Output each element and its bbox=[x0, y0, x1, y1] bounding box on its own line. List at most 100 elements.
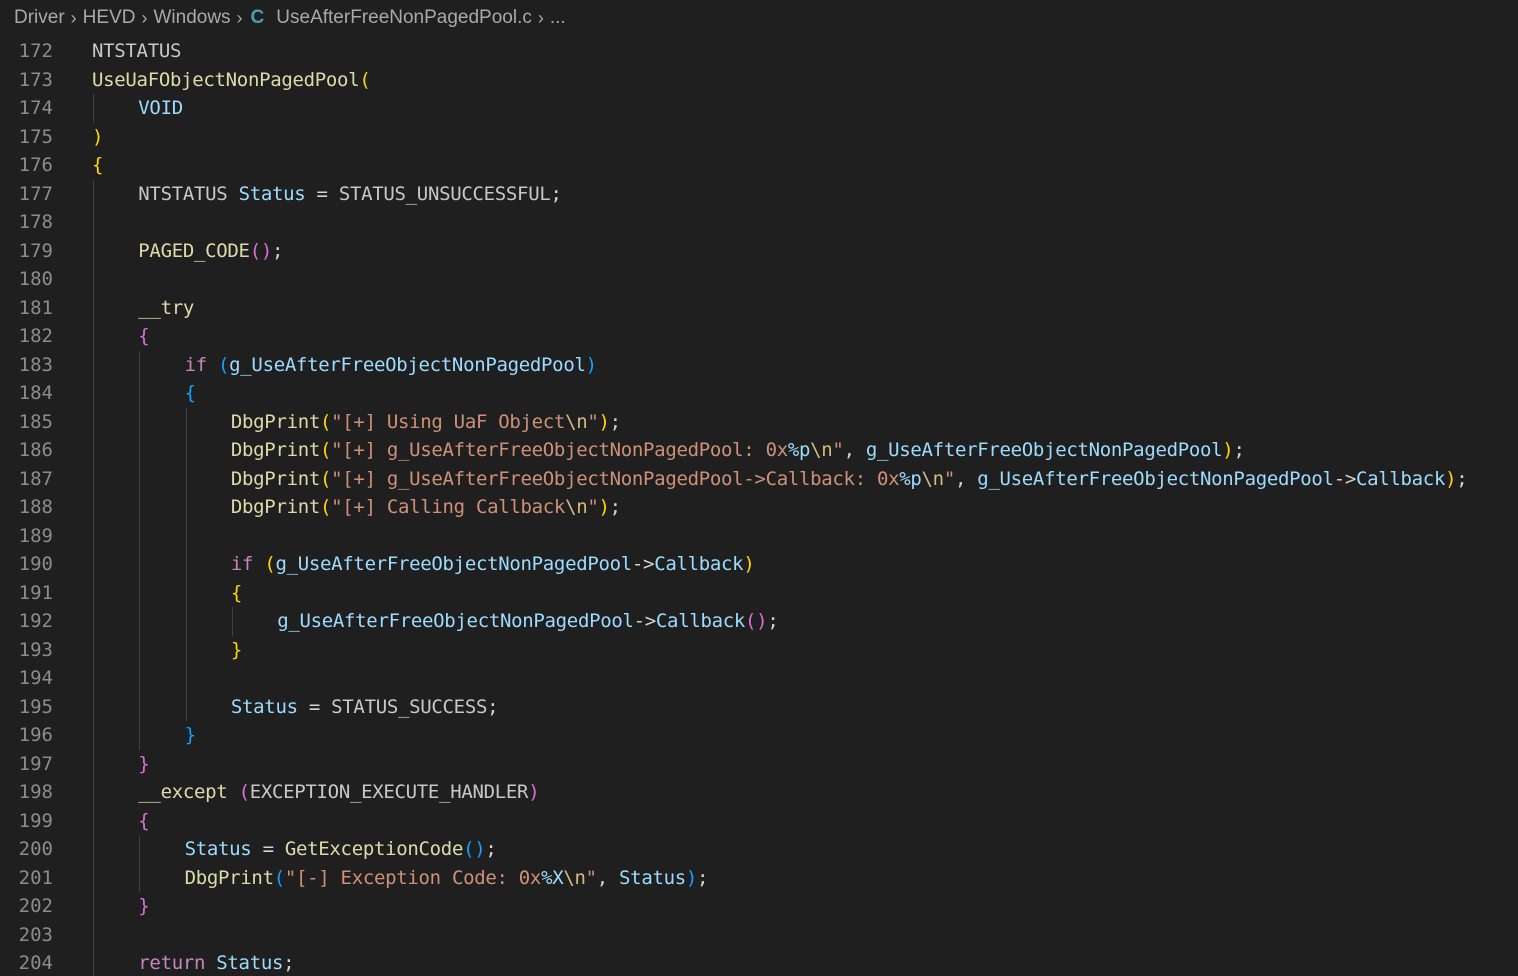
line-number: 173 bbox=[18, 68, 53, 91]
line-number: 189 bbox=[18, 524, 53, 547]
code-token: ( bbox=[273, 866, 285, 889]
code-token: ; bbox=[485, 838, 497, 860]
code-line[interactable]: 187 DbgPrint("[+] g_UseAfterFreeObjectNon… bbox=[0, 464, 1518, 493]
code-token: () bbox=[249, 239, 273, 262]
code-line[interactable]: 183 if (g_UseAfterFreeObjectNonPagedPool) bbox=[0, 350, 1518, 380]
code-token: ( bbox=[264, 553, 276, 575]
indent-guide bbox=[139, 350, 141, 379]
line-number: 204 bbox=[18, 952, 53, 974]
code-token: ) bbox=[1222, 439, 1234, 461]
code-text: NTSTATUS Status = STATUS_UNSUCCESSFUL; bbox=[138, 180, 562, 209]
code-token: return bbox=[138, 952, 217, 974]
line-number: 201 bbox=[18, 866, 53, 889]
code-line[interactable]: 195 Status = STATUS_SUCCESS; bbox=[0, 692, 1518, 721]
code-token: Callback bbox=[654, 553, 744, 575]
code-token: ; bbox=[767, 610, 779, 632]
line-number: 198 bbox=[18, 781, 53, 803]
code-line[interactable]: 175) bbox=[0, 123, 1518, 152]
indent-guide bbox=[139, 578, 141, 607]
code-line[interactable]: 197} bbox=[0, 749, 1518, 779]
code-line[interactable]: 181 __try bbox=[0, 293, 1518, 322]
indent-guide bbox=[185, 464, 187, 493]
code-text: { bbox=[138, 807, 149, 836]
code-line[interactable]: 178 bbox=[0, 208, 1518, 237]
code-line[interactable]: 200 Status = GetExceptionCode(); bbox=[0, 835, 1518, 864]
indent-guide bbox=[93, 607, 94, 636]
code-token: GetExceptionCode bbox=[284, 838, 464, 860]
code-line[interactable]: 194 bbox=[0, 664, 1518, 693]
code-text: ) bbox=[92, 123, 103, 152]
code-line[interactable]: 196} bbox=[0, 721, 1518, 750]
breadcrumb-item-file[interactable]: UseAfterFreeNonPagedPool.c bbox=[276, 7, 532, 29]
code-token: __try bbox=[138, 296, 194, 319]
code-token: PAGED_CODE bbox=[138, 239, 250, 262]
code-line[interactable]: 177 NTSTATUS Status = STATUS_UNSUCCESSFUL… bbox=[0, 179, 1518, 209]
code-token: ) bbox=[528, 781, 540, 803]
line-number: 203 bbox=[18, 923, 53, 946]
indent-guide bbox=[185, 578, 187, 607]
code-line[interactable]: 182 { bbox=[0, 322, 1518, 351]
code-token: DbgPrint bbox=[230, 439, 321, 461]
code-line[interactable]: 174 VOID bbox=[0, 94, 1518, 123]
line-number: 175 bbox=[18, 125, 53, 148]
code-line[interactable]: 203 bbox=[0, 920, 1518, 949]
code-line[interactable]: 202} bbox=[0, 892, 1518, 921]
line-number: 196 bbox=[18, 724, 53, 746]
code-line[interactable]: 189 bbox=[0, 521, 1518, 550]
code-token: , bbox=[954, 467, 978, 490]
code-token: ( bbox=[238, 781, 250, 803]
code-token: \n bbox=[565, 496, 588, 518]
code-token: Status bbox=[216, 952, 284, 974]
chevron-right-icon: › bbox=[236, 7, 243, 28]
breadcrumb-item-symbols[interactable]: ... bbox=[550, 7, 566, 29]
code-token: ; bbox=[550, 182, 562, 205]
indent-guide bbox=[185, 692, 187, 721]
code-line[interactable]: 198 __except (EXCEPTION_EXECUTE_HANDLER) bbox=[0, 778, 1518, 807]
code-line[interactable]: 191 { bbox=[0, 578, 1518, 607]
code-line[interactable]: 176 { bbox=[0, 151, 1518, 180]
code-line[interactable]: 179 PAGED_CODE(); bbox=[0, 236, 1518, 265]
indent-guide bbox=[139, 635, 141, 664]
code-token: UseUaFObjectNonPagedPool bbox=[92, 68, 360, 91]
breadcrumb-item-windows[interactable]: Windows bbox=[153, 7, 230, 29]
breadcrumb-item-driver[interactable]: Driver bbox=[14, 7, 65, 29]
code-token: " bbox=[943, 467, 955, 490]
code-line[interactable]: 199 { bbox=[0, 806, 1518, 836]
indent-guide bbox=[139, 692, 141, 721]
code-editor[interactable]: 172 NTSTATUS 173 UseUaFObjectNonPagedPool(1… bbox=[0, 37, 1518, 976]
chevron-right-icon: › bbox=[70, 7, 77, 28]
code-token: ( bbox=[320, 467, 332, 490]
code-line[interactable]: 204 return Status; bbox=[0, 949, 1518, 976]
code-text: } bbox=[138, 750, 149, 779]
code-token: STATUS_SUCCESS bbox=[331, 695, 488, 718]
code-line[interactable]: 185 DbgPrint("[+] Using UaF Object\n"); bbox=[0, 407, 1518, 436]
code-line[interactable]: 193} bbox=[0, 635, 1518, 664]
indent-guide bbox=[139, 464, 141, 493]
code-token: ) bbox=[92, 125, 104, 148]
code-token: __except bbox=[138, 781, 239, 803]
code-token: ; bbox=[283, 952, 295, 974]
code-line[interactable]: 188 DbgPrint("[+] Calling Callback\n"); bbox=[0, 493, 1518, 522]
indent-guide bbox=[139, 493, 141, 522]
code-line[interactable]: 180 bbox=[0, 265, 1518, 294]
code-token: Callback bbox=[1355, 467, 1446, 490]
code-token: Status bbox=[230, 695, 298, 718]
code-line[interactable]: 201 DbgPrint("[-] Exception Code: 0x%X\n"… bbox=[0, 863, 1518, 892]
code-text: if (g_UseAfterFreeObjectNonPagedPool) bbox=[185, 351, 597, 380]
code-token: DbgPrint bbox=[230, 410, 321, 433]
code-line[interactable]: 190 if (g_UseAfterFreeObjectNonPagedPool-… bbox=[0, 550, 1518, 579]
code-token: ) bbox=[598, 410, 610, 433]
code-token: ( bbox=[320, 410, 332, 433]
breadcrumb-item-hevd[interactable]: HEVD bbox=[83, 7, 136, 29]
code-line[interactable]: 173 UseUaFObjectNonPagedPool( bbox=[0, 66, 1518, 95]
code-line[interactable]: 184 { bbox=[0, 379, 1518, 408]
code-text: UseUaFObjectNonPagedPool( bbox=[92, 66, 371, 95]
code-line[interactable]: 172 NTSTATUS bbox=[0, 37, 1518, 66]
line-number: 192 bbox=[18, 610, 53, 632]
indent-guide bbox=[139, 521, 141, 550]
code-line[interactable]: 192 g_UseAfterFreeObjectNonPagedPool->Cal… bbox=[0, 607, 1518, 636]
code-token: ) bbox=[685, 866, 698, 889]
code-token: ( bbox=[320, 496, 332, 518]
code-token: STATUS_UNSUCCESSFUL bbox=[338, 182, 551, 205]
code-line[interactable]: 186 DbgPrint("[+] g_UseAfterFreeObjectNon… bbox=[0, 436, 1518, 465]
